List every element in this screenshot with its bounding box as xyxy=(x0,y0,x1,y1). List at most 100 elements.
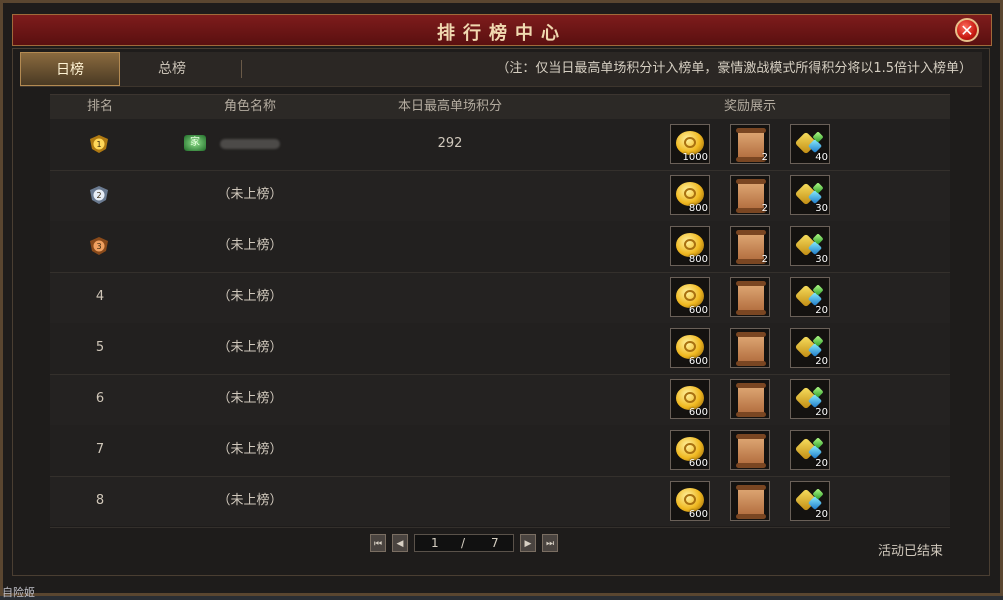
reward-quantity: 600 xyxy=(688,407,708,418)
reward-slot-scroll[interactable] xyxy=(730,328,770,368)
close-icon[interactable]: ✕ xyxy=(955,18,979,42)
reward-slot-scroll[interactable] xyxy=(730,430,770,470)
background-text: 自险姬 xyxy=(2,586,35,599)
scroll-icon xyxy=(736,485,766,519)
rank-number: 3 xyxy=(96,242,101,251)
page-separator: / xyxy=(461,536,466,550)
reward-slot-gold-coin[interactable]: 600 xyxy=(670,379,710,419)
player-name: （未上榜） xyxy=(217,289,283,304)
table-row: 1 家 292 1000 2 40 xyxy=(50,119,950,171)
table-row: 6 （未上榜） 600 20 xyxy=(50,374,950,426)
reward-slot-gem[interactable]: 20 xyxy=(790,277,830,317)
first-page-button[interactable]: ⏮ xyxy=(370,534,386,552)
reward-slot-scroll[interactable] xyxy=(730,379,770,419)
reward-quantity: 20 xyxy=(815,458,828,469)
reward-slot-gold-coin[interactable]: 600 xyxy=(670,430,710,470)
player-name: （未上榜） xyxy=(217,493,283,508)
reward-slot-gem[interactable]: 20 xyxy=(790,379,830,419)
table-row: 4 （未上榜） 600 20 xyxy=(50,272,950,324)
reward-quantity: 800 xyxy=(688,254,708,265)
player-name: （未上榜） xyxy=(217,340,283,355)
scroll-icon xyxy=(736,434,766,468)
table-row: 5 （未上榜） 600 20 xyxy=(50,323,950,375)
scroll-icon xyxy=(736,281,766,315)
page-indicator: 1 / 7 xyxy=(414,534,514,552)
scroll-icon xyxy=(736,128,766,162)
reward-slot-gem[interactable]: 30 xyxy=(790,226,830,266)
rank-number: 1 xyxy=(96,140,101,149)
tab-bar: 日榜 总榜 （注：仅当日最高单场积分计入榜单，豪情激战模式所得积分将以1.5倍计… xyxy=(20,52,982,87)
player-name: （未上榜） xyxy=(217,442,283,457)
table-header: 排名 角色名称 本日最高单场积分 奖励展示 xyxy=(50,94,950,120)
header-name: 角色名称 xyxy=(223,99,276,114)
reward-slot-scroll[interactable]: 2 xyxy=(730,175,770,215)
prev-page-button[interactable]: ◀ xyxy=(392,534,408,552)
reward-slot-gold-coin[interactable]: 600 xyxy=(670,481,710,521)
reward-slot-gem[interactable]: 20 xyxy=(790,328,830,368)
reward-quantity: 30 xyxy=(815,203,828,214)
table-row: 7 （未上榜） 600 20 xyxy=(50,425,950,477)
blurred-player-name xyxy=(220,139,280,149)
reward-quantity: 20 xyxy=(815,305,828,316)
tab-overall[interactable]: 总榜 xyxy=(122,52,222,86)
rank-number: 5 xyxy=(95,340,105,355)
bronze-medal-icon: 3 xyxy=(88,235,110,257)
tab-daily[interactable]: 日榜 xyxy=(20,52,120,86)
player-name: （未上榜） xyxy=(217,187,283,202)
scroll-icon xyxy=(736,179,766,213)
rank-number: 2 xyxy=(96,191,101,200)
reward-quantity: 800 xyxy=(688,203,708,214)
rank-number: 8 xyxy=(95,493,105,508)
reward-quantity: 30 xyxy=(815,254,828,265)
reward-quantity: 600 xyxy=(688,305,708,316)
reward-quantity: 20 xyxy=(815,509,828,520)
player-score: 292 xyxy=(437,136,463,151)
rank-number: 4 xyxy=(95,289,105,304)
reward-quantity: 600 xyxy=(688,458,708,469)
next-page-button[interactable]: ▶ xyxy=(520,534,536,552)
reward-quantity: 40 xyxy=(815,152,828,163)
player-name: （未上榜） xyxy=(217,391,283,406)
player-name: （未上榜） xyxy=(217,238,283,253)
reward-slot-gem[interactable]: 30 xyxy=(790,175,830,215)
rank-number: 6 xyxy=(95,391,105,406)
reward-slot-gold-coin[interactable]: 800 xyxy=(670,226,710,266)
rank-number: 7 xyxy=(95,442,105,457)
table-row: 8 （未上榜） 600 20 xyxy=(50,476,950,528)
reward-slot-gem[interactable]: 40 xyxy=(790,124,830,164)
family-badge-icon: 家 xyxy=(184,135,206,151)
header-rewards: 奖励展示 xyxy=(723,99,776,114)
tab-divider xyxy=(241,60,242,78)
header-rank: 排名 xyxy=(86,99,113,114)
last-page-button[interactable]: ⏭ xyxy=(542,534,558,552)
reward-slot-gem[interactable]: 20 xyxy=(790,481,830,521)
reward-slot-gold-coin[interactable]: 800 xyxy=(670,175,710,215)
total-pages: 7 xyxy=(491,536,499,550)
reward-slot-scroll[interactable]: 2 xyxy=(730,124,770,164)
ranking-table: 排名 角色名称 本日最高单场积分 奖励展示 1 家 292 1000 2 40 2 （未上榜）… xyxy=(50,94,950,528)
ranking-note: （注：仅当日最高单场积分计入榜单，豪情激战模式所得积分将以1.5倍计入榜单） xyxy=(496,61,972,76)
reward-quantity: 600 xyxy=(688,509,708,520)
scroll-icon xyxy=(736,332,766,366)
reward-slot-gold-coin[interactable]: 1000 xyxy=(670,124,710,164)
scroll-icon xyxy=(736,230,766,264)
header-score: 本日最高单场积分 xyxy=(397,99,502,114)
table-row: 3 （未上榜） 800 2 30 xyxy=(50,221,950,273)
reward-quantity: 20 xyxy=(815,407,828,418)
reward-quantity: 2 xyxy=(761,254,768,265)
reward-slot-gem[interactable]: 20 xyxy=(790,430,830,470)
reward-slot-scroll[interactable] xyxy=(730,277,770,317)
reward-quantity: 1000 xyxy=(682,152,708,163)
table-row: 2 （未上榜） 800 2 30 xyxy=(50,170,950,222)
reward-slot-scroll[interactable] xyxy=(730,481,770,521)
reward-quantity: 2 xyxy=(761,152,768,163)
gold-medal-icon: 1 xyxy=(88,133,110,155)
reward-quantity: 2 xyxy=(761,203,768,214)
reward-slot-scroll[interactable]: 2 xyxy=(730,226,770,266)
reward-slot-gold-coin[interactable]: 600 xyxy=(670,277,710,317)
reward-quantity: 600 xyxy=(688,356,708,367)
silver-medal-icon: 2 xyxy=(88,184,110,206)
window-title: 排行榜中心 xyxy=(437,23,567,44)
reward-slot-gold-coin[interactable]: 600 xyxy=(670,328,710,368)
title-bar: 排行榜中心 xyxy=(12,14,992,46)
